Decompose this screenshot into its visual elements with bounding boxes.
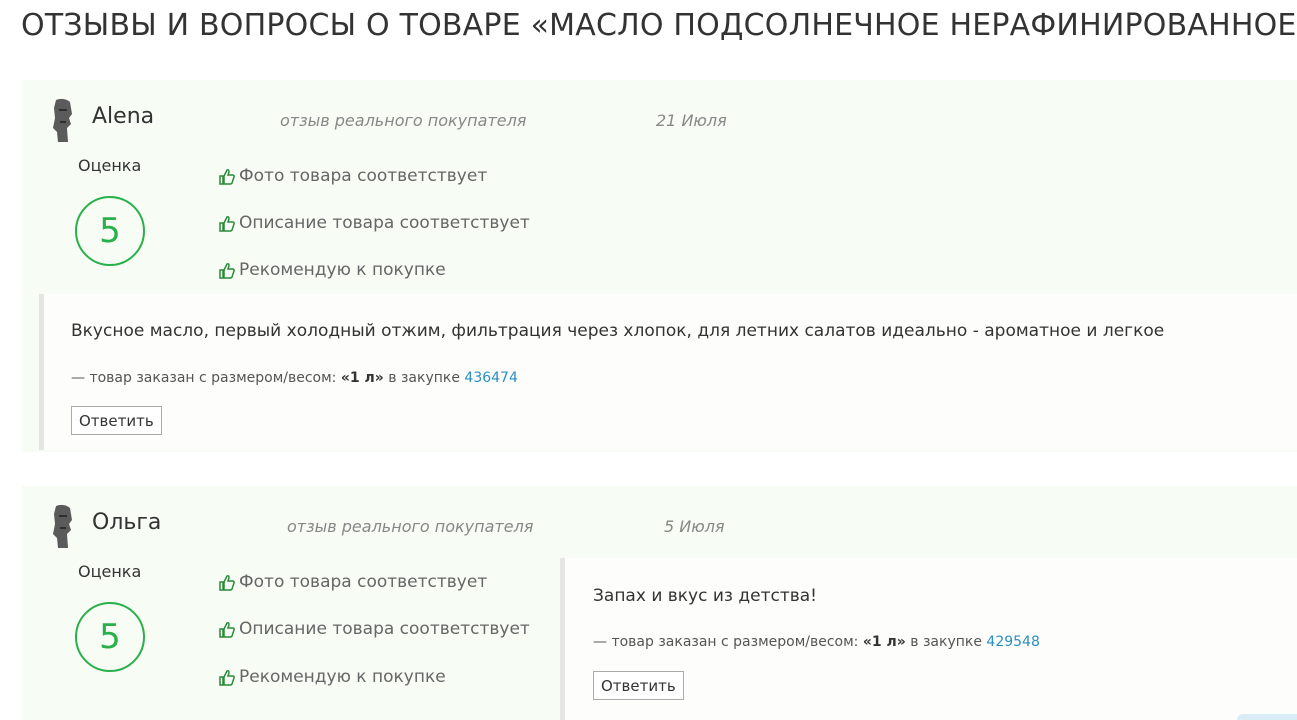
review-date: 5 Июля [664, 517, 725, 536]
rating-score: 5 [75, 196, 145, 266]
review-body: Вкусное масло, первый холодный отжим, фи… [39, 294, 1297, 450]
rating-score: 5 [75, 602, 145, 672]
order-info-prefix: — товар заказан с размером/весом: [593, 634, 863, 650]
page-title: ОТЗЫВЫ И ВОПРОСЫ О ТОВАРЕ «МАСЛО ПОДСОЛН… [21, 8, 1297, 43]
thumbs-up-icon [219, 574, 235, 591]
reply-button[interactable]: Ответить [593, 671, 684, 700]
feature-label: Фото товара соответствует [239, 572, 488, 592]
feature-description: Описание товара соответствует [219, 213, 530, 233]
review-card: Ольга отзыв реального покупателя 5 Июля … [22, 486, 1297, 720]
feature-recommend: Рекомендую к покупке [219, 667, 446, 687]
order-info: — товар заказан с размером/весом: «1 л» … [593, 634, 1040, 650]
thumbs-up-icon [219, 669, 235, 686]
feature-label: Рекомендую к покупке [239, 667, 446, 687]
review-text: Вкусное масло, первый холодный отжим, фи… [71, 321, 1165, 341]
reply-button[interactable]: Ответить [71, 406, 162, 435]
feature-label: Фото товара соответствует [239, 166, 488, 186]
thumbs-up-icon [219, 262, 235, 279]
feature-recommend: Рекомендую к покупке [219, 260, 446, 280]
feature-description: Описание товара соответствует [219, 619, 530, 639]
rating-label: Оценка [78, 562, 142, 581]
verified-buyer-label: отзыв реального покупателя [287, 517, 534, 536]
feature-photo: Фото товара соответствует [219, 572, 487, 592]
scroll-to-top-button[interactable] [1237, 714, 1297, 720]
review-header: Alena отзыв реального покупателя 21 Июля… [22, 80, 1297, 290]
review-body: Запах и вкус из детства! — товар заказан… [560, 558, 1297, 720]
order-info: — товар заказан с размером/весом: «1 л» … [71, 370, 518, 386]
moai-avatar-icon [53, 98, 72, 142]
review-author: Alena [92, 104, 155, 129]
thumbs-up-icon [219, 621, 235, 638]
purchase-link[interactable]: 436474 [464, 370, 517, 386]
order-info-prefix: — товар заказан с размером/весом: [71, 370, 341, 386]
order-size: «1 л» [340, 370, 384, 386]
moai-avatar-icon [53, 504, 72, 548]
review-author: Ольга [92, 510, 162, 535]
review-text: Запах и вкус из детства! [593, 586, 817, 606]
order-info-middle: в закупке [383, 370, 465, 386]
review-date: 21 Июля [656, 111, 727, 130]
order-size: «1 л» [862, 634, 906, 650]
thumbs-up-icon [219, 215, 235, 232]
feature-photo: Фото товара соответствует [219, 166, 487, 186]
feature-label: Рекомендую к покупке [239, 260, 446, 280]
purchase-link[interactable]: 429548 [986, 634, 1039, 650]
verified-buyer-label: отзыв реального покупателя [280, 111, 527, 130]
feature-label: Описание товара соответствует [239, 213, 530, 233]
rating-label: Оценка [78, 156, 142, 175]
review-card: Alena отзыв реального покупателя 21 Июля… [22, 80, 1297, 452]
thumbs-up-icon [219, 168, 235, 185]
order-info-middle: в закупке [905, 634, 987, 650]
feature-label: Описание товара соответствует [239, 619, 530, 639]
